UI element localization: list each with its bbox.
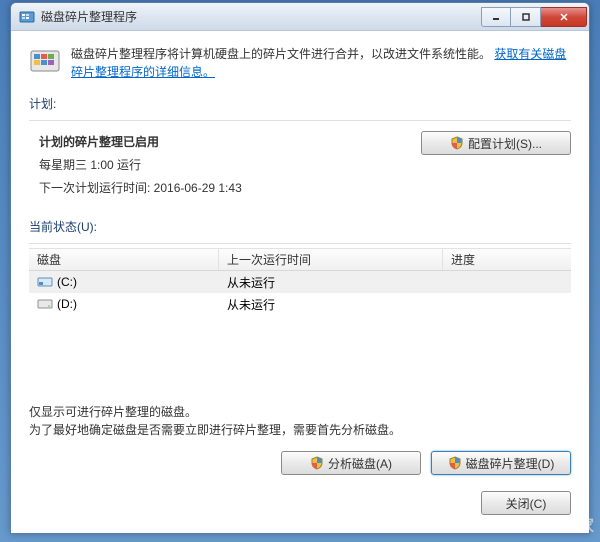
disk-table: 磁盘 上一次运行时间 进度 (C:) 从未运行: [29, 248, 571, 391]
app-icon: [19, 9, 35, 25]
defrag-window: 磁盘碎片整理程序: [10, 2, 590, 534]
window-title: 磁盘碎片整理程序: [41, 8, 481, 25]
close-button[interactable]: [541, 7, 587, 27]
table-header: 磁盘 上一次运行时间 进度: [29, 249, 571, 271]
table-row[interactable]: (C:) 从未运行: [29, 271, 571, 293]
notes: 仅显示可进行碎片整理的磁盘。 为了最好地确定磁盘是否需要立即进行碎片整理，需要首…: [29, 403, 571, 439]
titlebar[interactable]: 磁盘碎片整理程序: [11, 3, 589, 31]
action-bar: 分析磁盘(A) 磁盘碎片整理(D): [11, 439, 589, 475]
schedule-title: 计划的碎片整理已启用: [39, 133, 409, 150]
close-dialog-label: 关闭(C): [506, 495, 547, 512]
divider: [29, 120, 571, 121]
schedule-box: 计划的碎片整理已启用 每星期三 1:00 运行 下一次计划运行时间: 2016-…: [29, 127, 571, 208]
table-row[interactable]: (D:) 从未运行: [29, 293, 571, 315]
footer: 关闭(C): [11, 475, 589, 527]
note-line-2: 为了最好地确定磁盘是否需要立即进行碎片整理，需要首先分析磁盘。: [29, 421, 571, 439]
col-header-progress[interactable]: 进度: [443, 249, 571, 270]
info-description: 磁盘碎片整理程序将计算机硬盘上的碎片文件进行合并，以改进文件系统性能。: [71, 47, 491, 61]
status-section-label: 当前状态(U):: [11, 214, 589, 237]
shield-icon: [450, 136, 464, 150]
local-disk-icon: [37, 298, 53, 310]
close-dialog-button[interactable]: 关闭(C): [481, 491, 571, 515]
maximize-button[interactable]: [511, 7, 541, 27]
table-body: (C:) 从未运行 (D:) 从: [29, 271, 571, 391]
col-header-last-run[interactable]: 上一次运行时间: [219, 249, 443, 270]
defrag-icon: [29, 45, 61, 77]
col-header-disk[interactable]: 磁盘: [29, 249, 219, 270]
defragment-disk-button[interactable]: 磁盘碎片整理(D): [431, 451, 571, 475]
divider: [29, 243, 571, 244]
content-area: 磁盘碎片整理程序将计算机硬盘上的碎片文件进行合并，以改进文件系统性能。 获取有关…: [11, 31, 589, 533]
schedule-frequency: 每星期三 1:00 运行: [39, 156, 409, 173]
defragment-disk-label: 磁盘碎片整理(D): [466, 455, 555, 472]
disk-label: (D:): [57, 297, 77, 311]
disk-label: (C:): [57, 275, 77, 289]
shield-icon: [448, 456, 462, 470]
info-text: 磁盘碎片整理程序将计算机硬盘上的碎片文件进行合并，以改进文件系统性能。 获取有关…: [71, 45, 571, 81]
last-run-cell: 从未运行: [219, 296, 443, 313]
window-controls: [481, 7, 587, 27]
analyze-disk-button[interactable]: 分析磁盘(A): [281, 451, 421, 475]
system-disk-icon: [37, 276, 53, 288]
configure-schedule-button[interactable]: 配置计划(S)...: [421, 131, 571, 155]
last-run-cell: 从未运行: [219, 274, 443, 291]
schedule-info: 计划的碎片整理已启用 每星期三 1:00 运行 下一次计划运行时间: 2016-…: [29, 127, 409, 208]
schedule-section-label: 计划:: [11, 91, 589, 114]
configure-schedule-label: 配置计划(S)...: [468, 135, 542, 152]
schedule-next-run: 下一次计划运行时间: 2016-06-29 1:43: [39, 179, 409, 196]
note-line-1: 仅显示可进行碎片整理的磁盘。: [29, 403, 571, 421]
shield-icon: [310, 456, 324, 470]
analyze-disk-label: 分析磁盘(A): [328, 455, 392, 472]
info-banner: 磁盘碎片整理程序将计算机硬盘上的碎片文件进行合并，以改进文件系统性能。 获取有关…: [11, 31, 589, 91]
minimize-button[interactable]: [481, 7, 511, 27]
